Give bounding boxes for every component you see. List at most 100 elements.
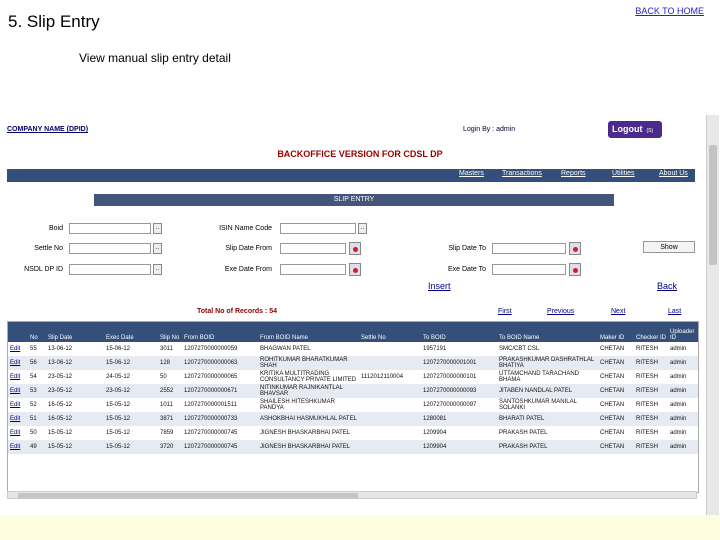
boid-lookup-button[interactable]: .. bbox=[153, 223, 162, 234]
nav-transactions[interactable]: Transactions bbox=[502, 170, 542, 177]
nsdl-dpid-input[interactable] bbox=[69, 264, 151, 275]
slip-date-from-label: Slip Date From bbox=[225, 245, 272, 252]
table-cell: CHETAN bbox=[598, 384, 634, 398]
table-row: Edit 50 15-05-12 15-05-12 7859 12072700000007… bbox=[8, 426, 698, 440]
column-header: Maker ID bbox=[598, 322, 634, 342]
isin-label: ISIN Name Code bbox=[219, 225, 272, 232]
table-cell: 1011 bbox=[158, 398, 182, 412]
isin-input[interactable] bbox=[280, 223, 356, 234]
table-cell: 3720 bbox=[158, 440, 182, 454]
calendar-icon[interactable] bbox=[349, 242, 361, 255]
nav-utilities[interactable]: Utilities bbox=[612, 170, 635, 177]
table-cell: 1207270000000063 bbox=[182, 356, 258, 370]
edit-link[interactable]: Edit bbox=[8, 398, 28, 412]
exe-date-to-input[interactable] bbox=[492, 264, 566, 275]
table-cell: RITESH bbox=[634, 370, 668, 384]
edit-link[interactable]: Edit bbox=[8, 426, 28, 440]
table-cell: SHAILESH HITESHKUMAR PANDYA bbox=[258, 398, 359, 412]
exe-date-to-label: Exe Date To bbox=[447, 266, 486, 273]
table-cell: RITESH bbox=[634, 384, 668, 398]
edit-link[interactable]: Edit bbox=[8, 342, 28, 356]
table-row: Edit 54 23-05-12 24-05-12 50 1207270000000065… bbox=[8, 370, 698, 384]
settle-no-input[interactable] bbox=[69, 243, 151, 254]
column-header: Checker ID bbox=[634, 322, 668, 342]
table-cell: 50 bbox=[158, 370, 182, 384]
pager-last[interactable]: Last bbox=[668, 308, 681, 315]
nav-reports[interactable]: Reports bbox=[561, 170, 586, 177]
table-cell: 53 bbox=[28, 384, 46, 398]
table-cell: admin bbox=[668, 356, 698, 370]
table-cell: 15-05-12 bbox=[104, 426, 158, 440]
slip-date-to-input[interactable] bbox=[492, 243, 566, 254]
back-to-home-link[interactable]: BACK TO HOME bbox=[635, 6, 704, 16]
table-row: Edit 56 13-06-12 15-06-12 128 120727000000006… bbox=[8, 356, 698, 370]
table-cell: ROHITKUMAR BHARATKUMAR SHAH bbox=[258, 356, 359, 370]
table-cell: 23-05-12 bbox=[46, 384, 104, 398]
table-cell bbox=[359, 398, 421, 412]
table-cell: CHETAN bbox=[598, 356, 634, 370]
column-header: Uploader ID bbox=[668, 322, 698, 342]
table-cell: 2552 bbox=[158, 384, 182, 398]
vertical-scrollbar[interactable] bbox=[706, 115, 719, 515]
logout-button[interactable]: Logout (S) bbox=[608, 121, 662, 138]
table-cell: 15-05-12 bbox=[104, 440, 158, 454]
table-cell: CHETAN bbox=[598, 398, 634, 412]
app-screenshot: COMPANY NAME (DPID) Login By : admin Log… bbox=[0, 115, 720, 515]
pager-previous[interactable]: Previous bbox=[547, 308, 574, 315]
table-cell: 23-05-12 bbox=[46, 370, 104, 384]
edit-link[interactable]: Edit bbox=[8, 356, 28, 370]
table-cell: 13-06-12 bbox=[46, 342, 104, 356]
table-cell: 52 bbox=[28, 398, 46, 412]
column-header: Slip Date bbox=[46, 322, 104, 342]
table-row: Edit 53 23-05-12 23-05-12 2552 12072700000006… bbox=[8, 384, 698, 398]
show-button[interactable]: Show bbox=[643, 241, 695, 253]
scrollbar-thumb[interactable] bbox=[18, 493, 358, 498]
calendar-icon[interactable] bbox=[349, 263, 361, 276]
table-header-row: No Slip Date Exec Date Slip No From BOID… bbox=[8, 322, 698, 342]
table-cell bbox=[359, 412, 421, 426]
nav-masters[interactable]: Masters bbox=[459, 170, 484, 177]
edit-link[interactable]: Edit bbox=[8, 370, 28, 384]
table-cell: 128 bbox=[158, 356, 182, 370]
table-cell: 55 bbox=[28, 342, 46, 356]
table-cell: 24-05-12 bbox=[104, 370, 158, 384]
edit-link[interactable]: Edit bbox=[8, 412, 28, 426]
table-cell: RITESH bbox=[634, 440, 668, 454]
scrollbar-thumb[interactable] bbox=[709, 145, 717, 265]
table-cell: 1207270000000065 bbox=[182, 370, 258, 384]
back-link[interactable]: Back bbox=[657, 281, 677, 291]
table-cell: CHETAN bbox=[598, 440, 634, 454]
table-cell: JITABEN NANDLAL PATEL bbox=[497, 384, 598, 398]
horizontal-scrollbar[interactable] bbox=[7, 491, 697, 499]
nsdl-lookup-button[interactable]: .. bbox=[153, 264, 162, 275]
table-cell: 7859 bbox=[158, 426, 182, 440]
pager-first[interactable]: First bbox=[498, 308, 512, 315]
calendar-icon[interactable] bbox=[569, 242, 581, 255]
edit-link[interactable]: Edit bbox=[8, 440, 28, 454]
table-cell: 1957191 bbox=[421, 342, 497, 356]
table-cell: PRAKASH PATEL bbox=[497, 440, 598, 454]
boid-input[interactable] bbox=[69, 223, 151, 234]
main-nav: Masters Transactions Reports Utilities A… bbox=[7, 169, 695, 182]
nsdl-dpid-label: NSDL DP ID bbox=[24, 266, 63, 273]
table-cell: JIGNESH BHASKARBHAI PATEL bbox=[258, 426, 359, 440]
slide-title: 5. Slip Entry bbox=[8, 12, 100, 31]
settle-no-label: Settle No bbox=[34, 245, 63, 252]
table-cell: 3011 bbox=[158, 342, 182, 356]
nav-about-us[interactable]: About Us bbox=[659, 170, 688, 177]
pager-next[interactable]: Next bbox=[611, 308, 625, 315]
table-cell: admin bbox=[668, 398, 698, 412]
table-cell: 15-06-12 bbox=[104, 356, 158, 370]
table-cell: admin bbox=[668, 426, 698, 440]
settle-lookup-button[interactable]: .. bbox=[153, 243, 162, 254]
table-cell: 1207270000000059 bbox=[182, 342, 258, 356]
exe-date-from-input[interactable] bbox=[280, 264, 346, 275]
insert-link[interactable]: Insert bbox=[428, 281, 451, 291]
edit-link[interactable]: Edit bbox=[8, 384, 28, 398]
calendar-icon[interactable] bbox=[569, 263, 581, 276]
slip-date-from-input[interactable] bbox=[280, 243, 346, 254]
logout-label: Logout bbox=[612, 124, 643, 134]
table-cell: SMC/CBT CSL bbox=[497, 342, 598, 356]
isin-lookup-button[interactable]: .. bbox=[358, 223, 367, 234]
table-cell: admin bbox=[668, 384, 698, 398]
